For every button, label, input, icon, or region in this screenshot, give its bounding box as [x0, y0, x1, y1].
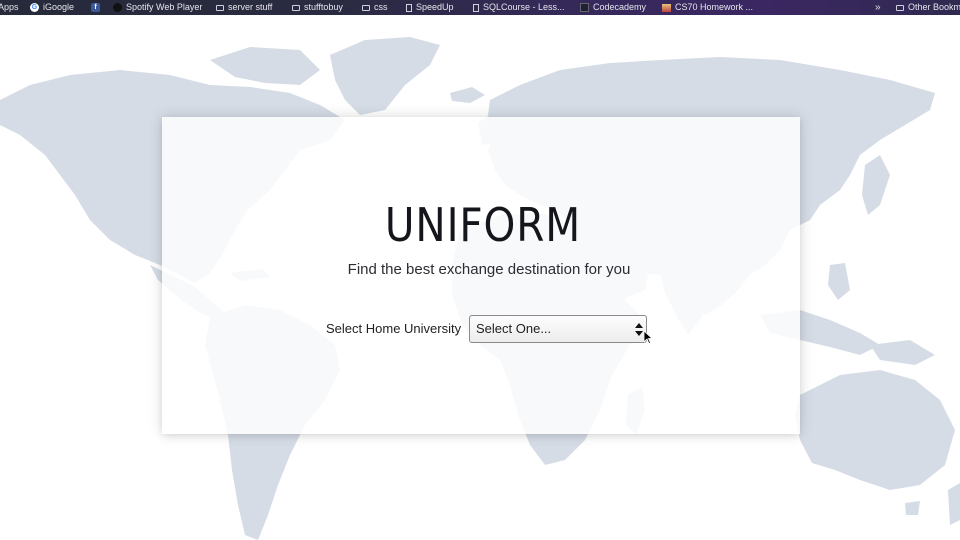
bookmark-facebook[interactable]: f [91, 0, 104, 15]
bookmark-label: CS70 Homework ... [675, 2, 754, 12]
bookmark-other[interactable]: Other Bookm [896, 0, 960, 15]
map-tasmania [905, 501, 920, 515]
map-new-zealand [948, 483, 960, 525]
spotify-icon [113, 3, 122, 12]
bookmark-cs70[interactable]: CS70 Homework ... [662, 0, 753, 15]
select-arrows-icon [635, 323, 643, 336]
map-arctic-islands [210, 47, 320, 85]
map-new-guinea [870, 340, 935, 365]
bookmarks-bar: Apps G iGoogle f Spotify Web Player serv… [0, 0, 960, 15]
bookmark-label: SQLCourse - Less... [483, 2, 565, 12]
bookmark-label: SpeedUp [416, 2, 454, 12]
map-greenland [330, 37, 440, 115]
home-university-label: Select Home University [326, 321, 462, 336]
folder-icon [292, 4, 300, 11]
google-icon: G [30, 3, 39, 12]
folder-icon [216, 4, 224, 11]
bookmark-stufftobuy[interactable]: stufftobuy [292, 0, 343, 15]
mouse-pointer-icon [644, 331, 652, 344]
bookmark-css[interactable]: css [362, 0, 388, 15]
codecademy-icon [580, 3, 589, 12]
page-icon [406, 3, 412, 12]
cs70-icon [662, 3, 671, 12]
bookmark-server-stuff[interactable]: server stuff [216, 0, 272, 15]
page-subtitle: Find the best exchange destination for y… [347, 261, 631, 278]
bookmark-label: server stuff [228, 2, 273, 12]
facebook-icon: f [91, 3, 100, 12]
bookmark-apps[interactable]: Apps [0, 0, 19, 15]
bookmark-label: Codecademy [593, 2, 647, 12]
folder-icon [896, 4, 904, 11]
page-icon [473, 3, 479, 12]
map-australia [795, 370, 955, 490]
bookmark-speedup[interactable]: SpeedUp [406, 0, 454, 15]
map-iceland [450, 87, 485, 103]
bookmark-label: iGoogle [43, 2, 75, 12]
chevron-right-icon: » [875, 2, 881, 13]
page-title: UNIFORM [384, 198, 582, 252]
bookmark-sqlcourse[interactable]: SQLCourse - Less... [473, 0, 565, 15]
bookmark-igoogle[interactable]: G iGoogle [30, 0, 74, 15]
folder-icon [362, 4, 370, 11]
bookmark-codecademy[interactable]: Codecademy [580, 0, 646, 15]
select-value: Select One... [476, 321, 552, 336]
bookmarks-overflow-button[interactable]: » [875, 0, 881, 15]
bookmark-label: css [374, 2, 388, 12]
bookmark-label: Other Bookm [908, 2, 960, 12]
bookmark-spotify[interactable]: Spotify Web Player [113, 0, 202, 15]
bookmark-label: stufftobuy [304, 2, 343, 12]
home-university-select[interactable]: Select One... [469, 315, 647, 343]
bookmark-label: Apps [0, 2, 19, 12]
bookmark-label: Spotify Web Player [126, 2, 203, 12]
